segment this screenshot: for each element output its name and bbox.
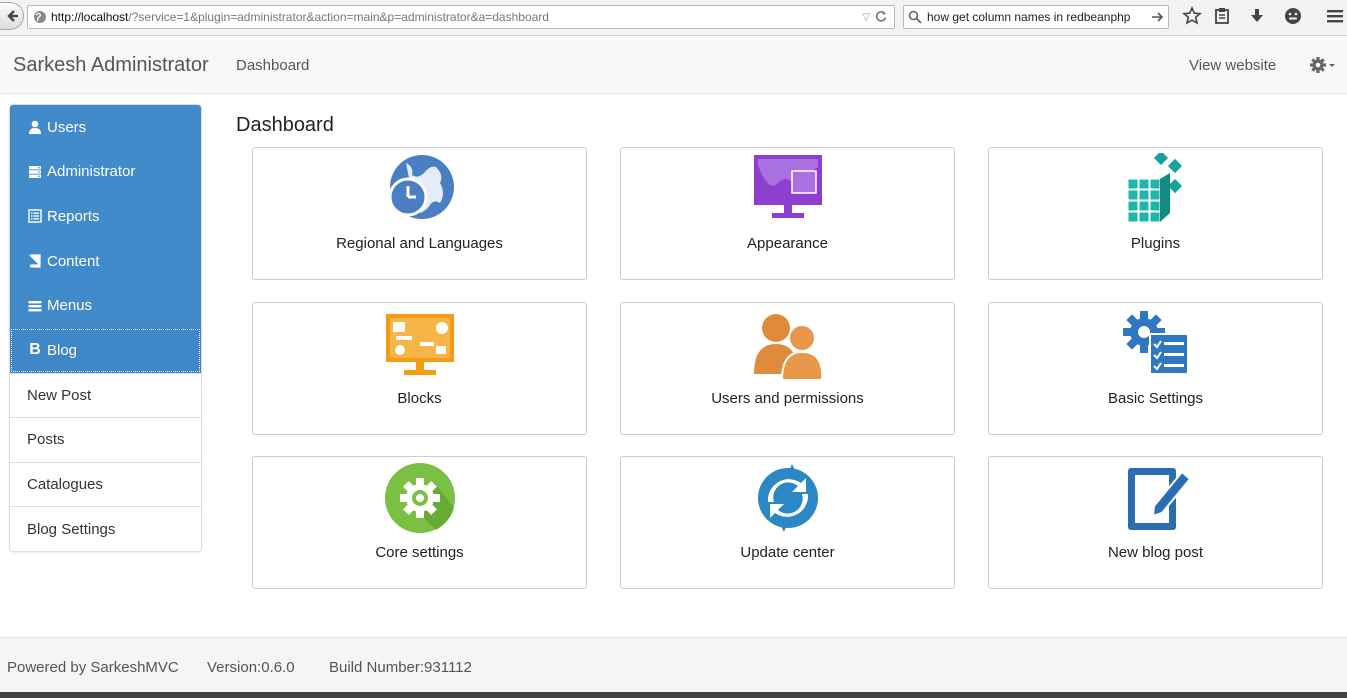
nav-view-website-link[interactable]: View website [1189,57,1276,74]
tile-label: Regional and Languages [336,235,503,252]
globe-clock-icon [388,155,454,219]
tile-label: Update center [740,544,835,561]
server-icon [27,164,43,180]
sidebar-item-users[interactable]: Users [10,105,201,150]
sidebar-menu: Users Administrator Reports Content Menu… [9,104,202,552]
list-alt-icon [27,208,43,224]
tile-update-center[interactable]: Update center [620,456,955,589]
gear-checklist-icon [1122,311,1189,375]
sidebar-item-label: Catalogues [27,476,103,494]
tile-label: Core settings [375,544,464,561]
sidebar-subitem-blog-settings[interactable]: Blog Settings [10,506,201,551]
download-icon[interactable] [1247,6,1267,26]
tile-label: Users and permissions [711,390,864,407]
bookmark-star-icon[interactable] [1181,6,1203,26]
sidebar-item-label: Menus [47,297,93,315]
footer-version: Version:0.6.0 [207,659,295,676]
sidebar-item-blog[interactable]: B Blog [10,327,201,373]
sidebar-item-label: Posts [27,431,65,449]
caret-down-icon [1329,64,1335,67]
tile-core-settings[interactable]: Core settings [252,456,587,589]
sidebar-item-administrator[interactable]: Administrator [10,149,201,195]
sidebar-subitem-new-post[interactable]: New Post [10,372,201,418]
sidebar-item-label: Blog [47,341,78,359]
search-icon [908,10,922,24]
sidebar-item-label: Users [47,118,87,136]
menu-icon [27,298,43,314]
refresh-icon [757,464,818,532]
tile-label: New blog post [1107,544,1204,561]
monitor-blocks-icon [385,314,454,375]
reload-icon[interactable] [874,9,888,23]
search-input[interactable]: how get column names in redbeanphp [903,5,1169,29]
sidebar-item-content[interactable]: Content [10,238,201,284]
tile-label: Appearance [747,235,828,252]
tile-plugins[interactable]: Plugins [988,147,1323,280]
tile-blocks[interactable]: Blocks [252,302,587,435]
page-title: Dashboard [236,114,334,136]
brand-link[interactable]: Sarkesh Administrator [13,54,209,77]
settings-dropdown[interactable] [1309,55,1337,75]
url-text: http://localhost/?service=1&plugin=admin… [51,10,549,24]
sidebar-subitem-catalogues[interactable]: Catalogues [10,461,201,507]
hamburger-menu-icon[interactable] [1325,6,1345,26]
dropdown-arrow-icon[interactable]: ▽ [862,7,870,29]
sidebar-item-label: Reports [47,207,100,225]
footer-powered-by: Powered by SarkeshMVC [7,659,179,676]
os-taskbar [0,692,1347,698]
tile-users-permissions[interactable]: Users and permissions [620,302,955,435]
sidebar-item-reports[interactable]: Reports [10,194,201,239]
tile-basic-settings[interactable]: Basic Settings [988,302,1323,435]
globe-icon [34,11,46,23]
user-icon [27,119,43,135]
browser-toolbar: http://localhost/?service=1&plugin=admin… [0,0,1347,36]
footer: Powered by SarkeshMVC Version:0.6.0 Buil… [0,637,1347,698]
tile-new-blog-post[interactable]: New blog post [988,456,1323,589]
tile-appearance[interactable]: Appearance [620,147,955,280]
users-icon [753,314,823,380]
search-query-text: how get column names in redbeanphp [927,10,1131,24]
nav-dashboard-link[interactable]: Dashboard [236,57,309,74]
smiley-icon[interactable] [1283,6,1303,26]
search-go-icon[interactable] [1150,10,1164,24]
address-bar[interactable]: http://localhost/?service=1&plugin=admin… [27,5,895,29]
bold-b-icon: B [29,341,41,359]
sidebar-item-menus[interactable]: Menus [10,283,201,328]
gear-circle-icon [384,463,455,533]
tile-regional-languages[interactable]: Regional and Languages [252,147,587,280]
tile-label: Plugins [1130,235,1181,252]
gear-icon [1310,57,1335,73]
bookmarks-list-icon[interactable] [1212,6,1232,26]
back-button[interactable] [0,2,24,30]
cubes-icon [1127,153,1182,223]
sidebar-item-label: Content [47,252,100,270]
tile-label: Basic Settings [1107,390,1204,407]
sidebar-item-label: Blog Settings [27,520,116,538]
arrow-left-icon [6,10,18,22]
sidebar-item-label: New Post [27,386,92,404]
sidebar-item-label: Administrator [47,163,136,181]
top-navbar: Sarkesh Administrator Dashboard View web… [0,37,1347,94]
edit-pencil-icon [1127,468,1191,530]
monitor-chart-icon [753,155,822,218]
sidebar-subitem-posts[interactable]: Posts [10,417,201,462]
book-icon [27,253,43,269]
footer-build-number: Build Number:931112 [329,659,472,676]
tile-label: Blocks [397,390,442,407]
